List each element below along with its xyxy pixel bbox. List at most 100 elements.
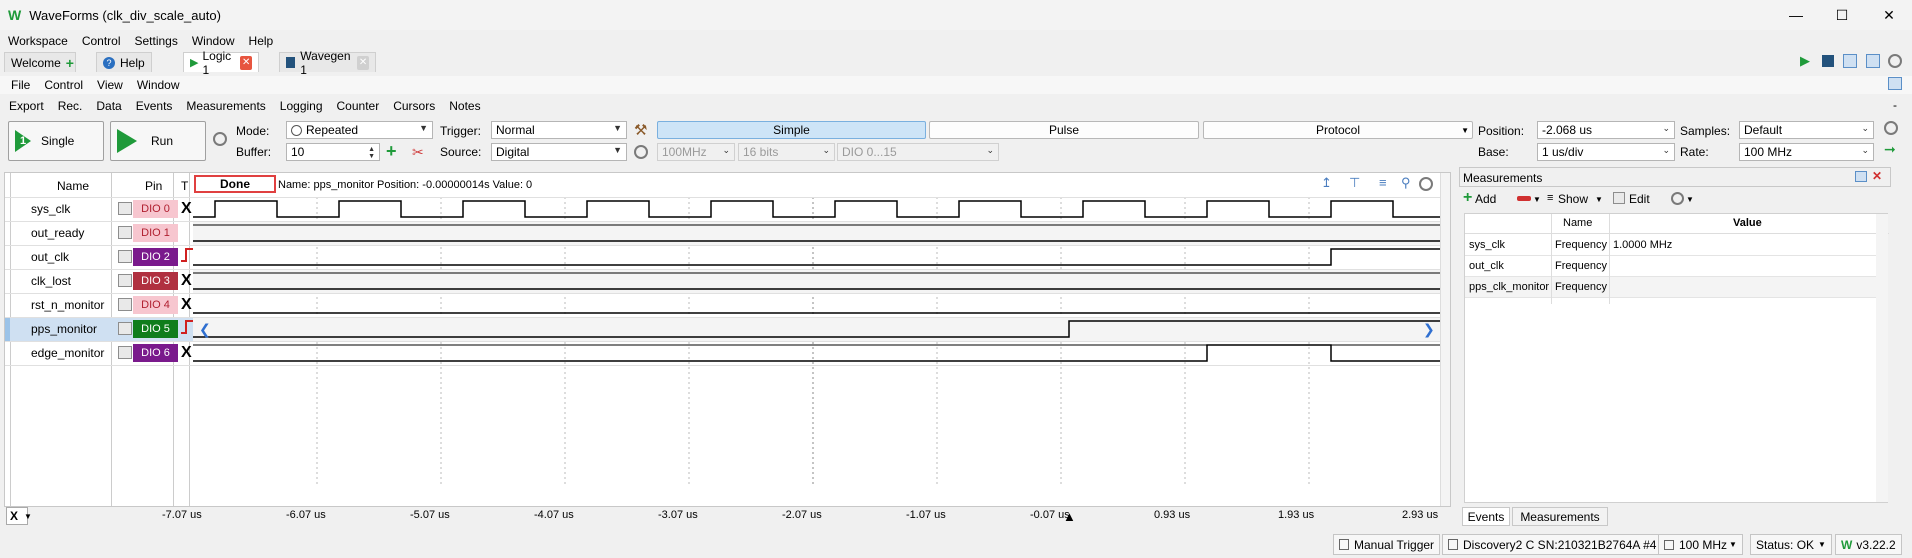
table-row[interactable]: sys_clk Frequency 1.0000 MHz — [1465, 235, 1876, 256]
cursor-tool-icon[interactable]: ↥ — [1321, 175, 1332, 191]
tab-events[interactable]: Events — [1462, 507, 1510, 526]
signal-row[interactable]: out_clk DIO 2 — [5, 245, 193, 269]
stepper-arrows-icon[interactable]: ▲ ▼ — [368, 146, 375, 160]
edit-signal-icon[interactable] — [118, 322, 132, 335]
manual-trigger-button[interactable]: Manual Trigger — [1333, 534, 1441, 555]
signal-name[interactable]: edge_monitor — [31, 341, 104, 365]
close-tab-icon[interactable]: ✕ — [357, 55, 369, 70]
show-button[interactable]: Show — [1558, 192, 1588, 206]
config-gear-icon[interactable] — [213, 132, 227, 146]
tab-logic-1[interactable]: ▶ Logic 1 ✕ — [183, 49, 259, 77]
signal-name[interactable]: pps_monitor — [31, 317, 97, 341]
menu-file[interactable]: File — [0, 78, 37, 92]
edit-signal-icon[interactable] — [118, 274, 132, 287]
menu-help[interactable]: Help — [242, 34, 281, 48]
source-gear-icon[interactable] — [634, 145, 648, 159]
undock-icon[interactable] — [1888, 77, 1902, 90]
trigger-position-marker-icon[interactable]: ▲ — [1063, 509, 1076, 524]
signal-name[interactable]: rst_n_monitor — [31, 293, 104, 317]
menu-counter[interactable]: Counter — [330, 99, 387, 113]
rising-edge-icon[interactable] — [181, 319, 193, 341]
edit-signal-icon[interactable] — [118, 250, 132, 263]
row-selector[interactable] — [5, 341, 10, 365]
menu-cursors[interactable]: Cursors — [386, 99, 442, 113]
edit-signal-icon[interactable] — [118, 202, 132, 215]
menu-window[interactable]: Window — [130, 78, 187, 92]
buffer-stepper[interactable]: 10 ▲ ▼ — [286, 143, 380, 161]
row-selector[interactable] — [5, 269, 10, 293]
signal-row[interactable]: rst_n_monitor DIO 4X — [5, 293, 193, 317]
menu-data[interactable]: Data — [89, 99, 128, 113]
signal-row[interactable]: pps_monitor DIO 5 — [5, 317, 193, 341]
signal-row[interactable]: edge_monitor DIO 6X — [5, 341, 193, 365]
collapse-icon[interactable]: - — [1893, 98, 1897, 112]
vertical-scrollbar[interactable] — [1876, 214, 1888, 502]
device-select[interactable]: Discovery2 C SN:210321B2764A #4 — [1442, 534, 1663, 555]
edit-measurement-button[interactable]: Edit — [1629, 192, 1650, 206]
rate-input[interactable]: 100 MHz ⌄ — [1739, 143, 1874, 161]
signal-name[interactable]: clk_lost — [31, 269, 71, 293]
signal-row[interactable]: sys_clk DIO 0X — [5, 197, 193, 221]
view-gear-icon[interactable] — [1419, 177, 1433, 191]
tab-measurements[interactable]: Measurements — [1512, 507, 1608, 526]
chevron-down-icon[interactable]: ▼ — [1533, 195, 1541, 204]
run-all-icon[interactable]: ▶ — [1800, 54, 1812, 68]
menu-notes[interactable]: Notes — [442, 99, 487, 113]
trigger-ignore-icon[interactable]: X — [181, 343, 192, 363]
signal-name[interactable]: sys_clk — [31, 197, 70, 221]
edit-signal-icon[interactable] — [118, 346, 132, 359]
position-input[interactable]: -2.068 us ⌄ — [1537, 121, 1675, 139]
row-selector[interactable] — [5, 293, 10, 317]
base-input[interactable]: 1 us/div ⌄ — [1537, 143, 1675, 161]
chevron-down-icon[interactable]: ▼ — [24, 512, 32, 521]
menu-view[interactable]: View — [90, 78, 130, 92]
row-selector[interactable] — [5, 221, 10, 245]
menu-settings[interactable]: Settings — [128, 34, 185, 48]
signal-name[interactable]: out_ready — [31, 221, 84, 245]
row-selector[interactable] — [5, 197, 10, 221]
row-selector[interactable] — [5, 317, 10, 341]
measurements-gear-icon[interactable] — [1671, 192, 1684, 205]
float-panel-icon[interactable] — [1855, 171, 1867, 182]
trigger-ignore-icon[interactable]: X — [181, 295, 192, 315]
signal-row[interactable]: out_ready DIO 1 — [5, 221, 193, 245]
tab-pulse[interactable]: Pulse — [929, 121, 1199, 139]
menu-workspace[interactable]: Workspace — [0, 34, 75, 48]
add-icon[interactable]: + — [386, 141, 397, 161]
menu-window[interactable]: Window — [185, 34, 242, 48]
signal-row[interactable]: clk_lost DIO 3X — [5, 269, 193, 293]
tab-wavegen-1[interactable]: Wavegen 1 ✕ — [279, 49, 376, 77]
maximize-button[interactable]: ☐ — [1819, 0, 1865, 30]
trigger-select[interactable]: Normal ▼ — [491, 121, 627, 139]
menu-export[interactable]: Export — [0, 99, 51, 113]
table-row[interactable]: pps_clk_monitor Frequency — [1465, 277, 1876, 298]
close-tab-icon[interactable]: ✕ — [240, 55, 252, 70]
add-tab-icon[interactable]: + — [66, 55, 74, 71]
edit-measurement-icon[interactable] — [1613, 192, 1625, 204]
waveform-canvas[interactable]: ❮ ❯ — [193, 197, 1440, 507]
run-button[interactable]: Run — [110, 121, 206, 161]
vertical-scrollbar[interactable] — [1440, 173, 1450, 506]
tile-icon[interactable] — [1866, 54, 1880, 68]
window-layout-icon[interactable] — [1843, 54, 1857, 68]
menu-rec[interactable]: Rec. — [51, 99, 90, 113]
stop-all-icon[interactable] — [1822, 55, 1834, 67]
version-badge[interactable]: W v3.22.2 — [1835, 534, 1902, 555]
close-window-button[interactable]: ✕ — [1866, 0, 1912, 30]
tab-help[interactable]: ? Help — [96, 52, 152, 72]
menu-control[interactable]: Control — [37, 78, 90, 92]
zoom-icon[interactable]: ⚲ — [1401, 175, 1411, 191]
signal-name[interactable]: out_clk — [31, 245, 69, 269]
trigger-ignore-icon[interactable]: X — [181, 199, 192, 219]
hammer-icon[interactable]: ⚒ — [634, 121, 647, 139]
settings-gear-icon[interactable] — [1888, 54, 1902, 68]
arrow-right-icon[interactable]: ➞ — [1884, 141, 1896, 158]
table-row[interactable]: out_clk Frequency — [1465, 256, 1876, 277]
edit-signal-icon[interactable] — [118, 298, 132, 311]
time-gear-icon[interactable] — [1884, 121, 1898, 135]
tab-simple[interactable]: Simple — [657, 121, 926, 139]
clear-icon[interactable]: ✂ — [412, 143, 424, 161]
edit-signal-icon[interactable] — [118, 226, 132, 239]
menu-events[interactable]: Events — [129, 99, 180, 113]
mode-select[interactable]: Repeated ▼ — [286, 121, 433, 139]
